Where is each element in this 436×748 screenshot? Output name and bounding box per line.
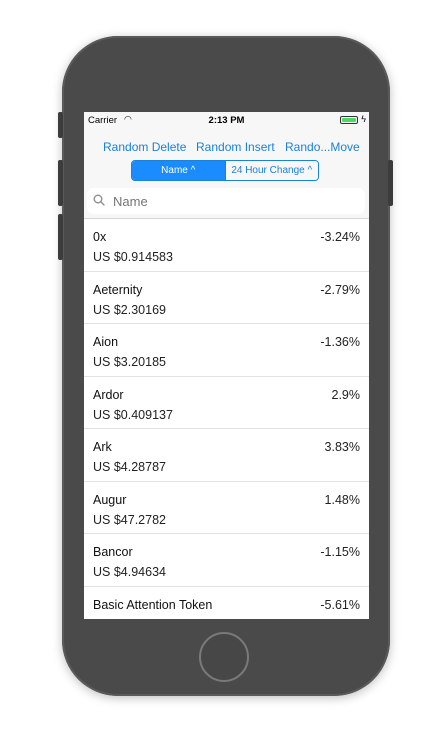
- status-time: 2:13 PM: [208, 115, 245, 126]
- coin-list: 0x US $0.914583 -3.24% Aeternity US $2.30169…: [84, 219, 369, 619]
- coin-price: US $47.2782: [93, 512, 166, 527]
- coin-name: Aion: [93, 335, 119, 349]
- sort-segmented-control: Name ^ 24 Hour Change ^: [131, 160, 319, 181]
- action-buttons: Random Delete Random Insert Rando...Move: [84, 140, 369, 156]
- app-screen: Carrier ◠ 2:13 PM ϟ Random Delete Random…: [84, 112, 369, 619]
- coin-name: Ardor: [93, 387, 124, 402]
- coin-price: US $0.409137: [93, 407, 173, 422]
- list-item[interactable]: Augur US $47.2782 1.48%: [84, 482, 369, 534]
- search-input[interactable]: [113, 193, 343, 209]
- coin-change: -1.15%: [320, 545, 360, 559]
- coin-price: US $3.20185: [93, 355, 166, 369]
- list-item[interactable]: 0x US $0.914583 -3.24%: [84, 219, 369, 272]
- random-insert-button[interactable]: Random Insert: [196, 140, 275, 154]
- list-item[interactable]: Bancor US $4.94634 -1.15%: [84, 534, 369, 587]
- coin-change: -5.61%: [320, 597, 360, 612]
- volume-up-button: [58, 160, 63, 206]
- charging-icon: ϟ: [361, 114, 366, 124]
- list-item[interactable]: Ardor US $0.409137 2.9%: [84, 377, 369, 429]
- coin-price: US $0.278576: [93, 618, 173, 620]
- coin-price: US $0.914583: [93, 250, 173, 264]
- coin-change: -1.36%: [320, 335, 360, 349]
- coin-price: US $2.30169: [93, 302, 166, 317]
- list-item[interactable]: Ark US $4.28787 3.83%: [84, 429, 369, 482]
- home-button[interactable]: [199, 632, 249, 682]
- coin-name: Aeternity: [93, 282, 143, 297]
- coin-change: 2.9%: [331, 387, 361, 402]
- search-icon: [93, 194, 113, 209]
- search-bar[interactable]: [87, 188, 365, 214]
- list-item[interactable]: Aion US $3.20185 -1.36%: [84, 324, 369, 377]
- list-item[interactable]: Aeternity US $2.30169 -2.79%: [84, 272, 369, 324]
- coin-price: US $4.28787: [93, 460, 166, 474]
- coin-name: Augur: [93, 492, 127, 507]
- coin-name: Ark: [93, 440, 112, 454]
- power-button: [388, 160, 393, 206]
- navigation-bar: Carrier ◠ 2:13 PM ϟ Random Delete Random…: [84, 112, 369, 219]
- coin-name: Bancor: [93, 545, 133, 559]
- coin-change: 1.48%: [324, 492, 360, 507]
- battery-icon: [340, 116, 358, 124]
- random-move-button[interactable]: Rando...Move: [285, 140, 360, 154]
- coin-name: 0x: [93, 230, 107, 244]
- volume-down-button: [58, 214, 63, 260]
- random-delete-button[interactable]: Random Delete: [103, 140, 186, 154]
- sort-by-change-segment[interactable]: 24 Hour Change ^: [224, 161, 318, 180]
- coin-change: 3.83%: [324, 440, 360, 454]
- mute-switch: [58, 112, 63, 138]
- coin-change: -3.24%: [320, 230, 360, 244]
- list-item[interactable]: Basic Attention Token US $0.278576 -5.61%: [84, 587, 369, 620]
- coin-name: Basic Attention Token: [93, 597, 213, 612]
- coin-change: -2.79%: [320, 282, 360, 297]
- coin-price: US $4.94634: [93, 565, 166, 579]
- status-bar: Carrier ◠ 2:13 PM ϟ: [84, 112, 369, 128]
- sort-by-name-segment[interactable]: Name ^: [132, 161, 225, 180]
